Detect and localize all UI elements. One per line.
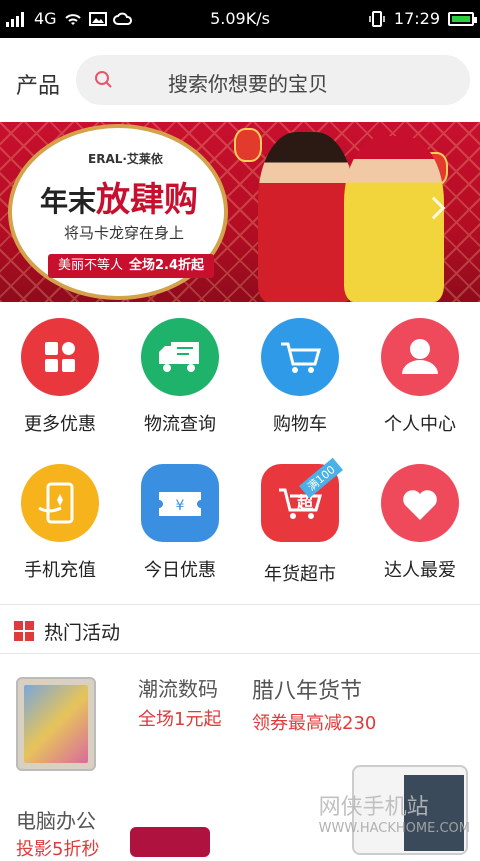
banner-slogan: 年末放肆购 [40, 180, 199, 220]
grid-label: 今日优惠 [144, 560, 216, 581]
grid-item-favorites[interactable]: 达人最爱 [360, 448, 480, 594]
truck-icon [141, 318, 219, 396]
grid-icon [21, 318, 99, 396]
promo-banner[interactable]: ERAL·艾莱依 年末放肆购 将马卡龙穿在身上 美丽不等人 全场2.4折起 [0, 122, 480, 302]
hot-item-title: 电脑办公 [16, 809, 96, 833]
hot-item-subtitle: 领券最高减230 [252, 713, 377, 734]
heart-icon [381, 464, 459, 542]
grid-label: 物流查询 [144, 414, 216, 435]
section-mark-icon [14, 621, 34, 641]
search-icon [95, 71, 112, 88]
grid-label: 个人中心 [384, 414, 456, 435]
tablet-image[interactable] [16, 677, 96, 771]
grid-item-more-deals[interactable]: 更多优惠 [0, 302, 120, 448]
search-header: 产品 搜索你想要的宝贝 [0, 38, 480, 122]
hot-activities: 潮流数码 全场1元起 腊八年货节 领券最高减230 电脑办公 投影5折秒 网侠手… [0, 655, 480, 860]
model-image [258, 132, 354, 302]
grid-item-profile[interactable]: 个人中心 [360, 302, 480, 448]
grid-label: 手机充值 [24, 560, 96, 581]
hot-item-subtitle: 投影5折秒 [16, 839, 100, 860]
banner-brand: ERAL·艾莱依 [88, 152, 163, 166]
grid-item-cart[interactable]: 购物车 [240, 302, 360, 448]
svg-text:¥: ¥ [176, 498, 185, 514]
status-bar: 4G 5.09K/s 17:29 [0, 0, 480, 38]
grid-item-recharge[interactable]: 手机充值 [0, 448, 120, 594]
status-right: 17:29 [368, 9, 477, 28]
hot-item-subtitle: 全场1元起 [138, 709, 222, 730]
model-image [344, 136, 444, 302]
grid-label: 达人最爱 [384, 560, 456, 581]
ticket-icon: ¥ [141, 464, 219, 542]
grid-label: 更多优惠 [24, 414, 96, 435]
hot-section-header: 热门活动 [0, 604, 480, 654]
lantern-icon [234, 128, 262, 162]
search-input[interactable]: 搜索你想要的宝贝 [76, 55, 470, 105]
grid-item-logistics[interactable]: 物流查询 [120, 302, 240, 448]
vibrate-icon [369, 10, 385, 27]
projector-image[interactable] [130, 827, 210, 857]
grid-label: 年货超市 [264, 564, 336, 585]
phone-icon [21, 464, 99, 542]
section-title: 热门活动 [44, 622, 121, 644]
watermark: 网侠手机站 WWW.HACKHOME.COM [318, 795, 470, 836]
person-icon [381, 318, 459, 396]
supermarket-icon: 超 满100 [261, 457, 343, 542]
grid-item-today-deals[interactable]: ¥ 今日优惠 [120, 448, 240, 594]
feature-grid: 更多优惠 物流查询 购物车 个人中心 手机充值 ¥ 今日优惠 超 满100 年货… [0, 302, 480, 604]
banner-tag: 美丽不等人 全场2.4折起 [48, 254, 215, 278]
clock: 17:29 [393, 9, 440, 28]
grid-item-supermarket[interactable]: 超 满100 年货超市 [240, 448, 360, 594]
banner-subtitle: 将马卡龙穿在身上 [64, 224, 185, 242]
hot-item-title: 潮流数码 [138, 677, 218, 701]
cart-icon [261, 318, 339, 396]
category-label[interactable]: 产品 [16, 68, 60, 100]
battery-icon [448, 11, 477, 26]
grid-label: 购物车 [273, 414, 327, 435]
hot-item-title: 腊八年货节 [252, 679, 363, 704]
search-placeholder: 搜索你想要的宝贝 [168, 72, 328, 96]
